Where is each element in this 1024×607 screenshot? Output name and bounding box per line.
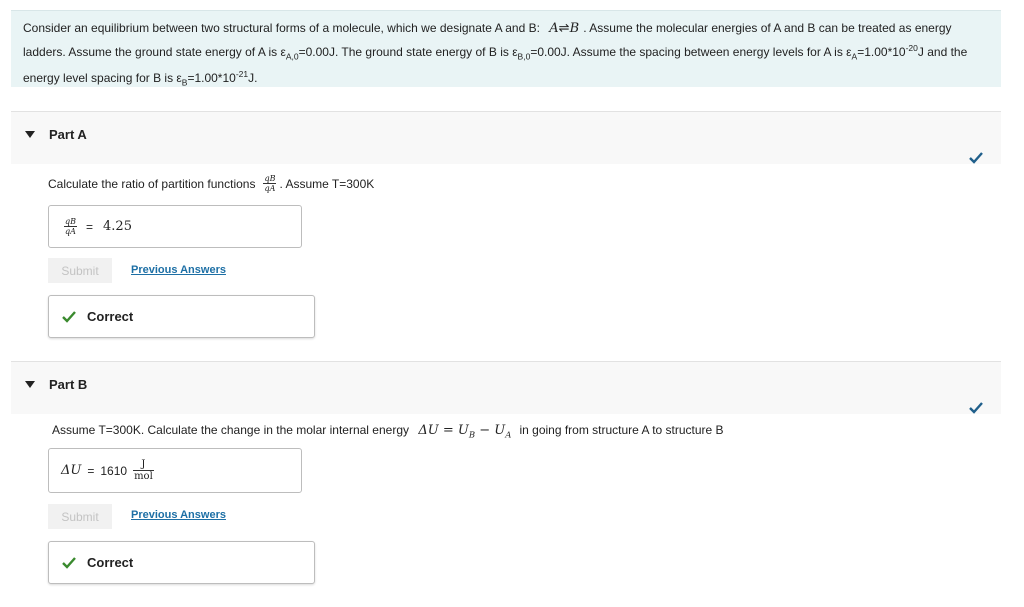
collapse-triangle-icon[interactable]: [25, 381, 35, 388]
reaction-equation: A⇌B: [549, 21, 580, 36]
problem-line-2: ladders. Assume the ground state energy …: [23, 42, 968, 61]
problem-line-3: energy level spacing for B is εB=1.00*10…: [23, 69, 258, 88]
correct-check-icon: [62, 311, 76, 323]
part-b-question: Assume T=300K. Calculate the change in t…: [52, 423, 724, 441]
problem-statement: Consider an equilibrium between two stru…: [11, 10, 1001, 88]
partition-ratio-fraction: qB qA: [263, 174, 277, 193]
part-a-answer-field[interactable]: qB qA = 4.25: [48, 205, 302, 248]
part-a-complete-check-icon: [969, 152, 983, 164]
answer-fraction-label: qB qA: [64, 217, 77, 236]
part-b-answer-field[interactable]: ΔU = 1610 J mol: [48, 448, 302, 493]
correct-check-icon: [62, 557, 76, 569]
part-a-previous-answers-link[interactable]: Previous Answers: [131, 264, 226, 276]
problem-line-1: Consider an equilibrium between two stru…: [23, 21, 952, 36]
part-b-title: Part B: [49, 377, 88, 392]
part-b-correct-feedback: Correct: [48, 541, 315, 584]
part-a-answer-value: 4.25: [103, 219, 132, 234]
part-a-correct-feedback: Correct: [48, 295, 315, 338]
delta-u-label: ΔU: [61, 463, 82, 478]
part-b-submit-button[interactable]: Submit: [48, 504, 112, 529]
delta-u-expression: ΔU = UB − UA: [418, 423, 512, 441]
collapse-triangle-icon[interactable]: [25, 131, 35, 138]
part-b-header[interactable]: Part B: [11, 361, 1001, 414]
part-b-previous-answers-link[interactable]: Previous Answers: [131, 509, 226, 521]
unit-fraction: J mol: [133, 459, 154, 482]
part-a-submit-button[interactable]: Submit: [48, 258, 112, 283]
part-a-question: Calculate the ratio of partition functio…: [48, 174, 375, 193]
part-a-title: Part A: [49, 127, 87, 142]
part-a-header[interactable]: Part A: [11, 111, 1001, 164]
part-b-answer-value: 1610: [100, 463, 128, 478]
part-b-complete-check-icon: [969, 402, 983, 414]
